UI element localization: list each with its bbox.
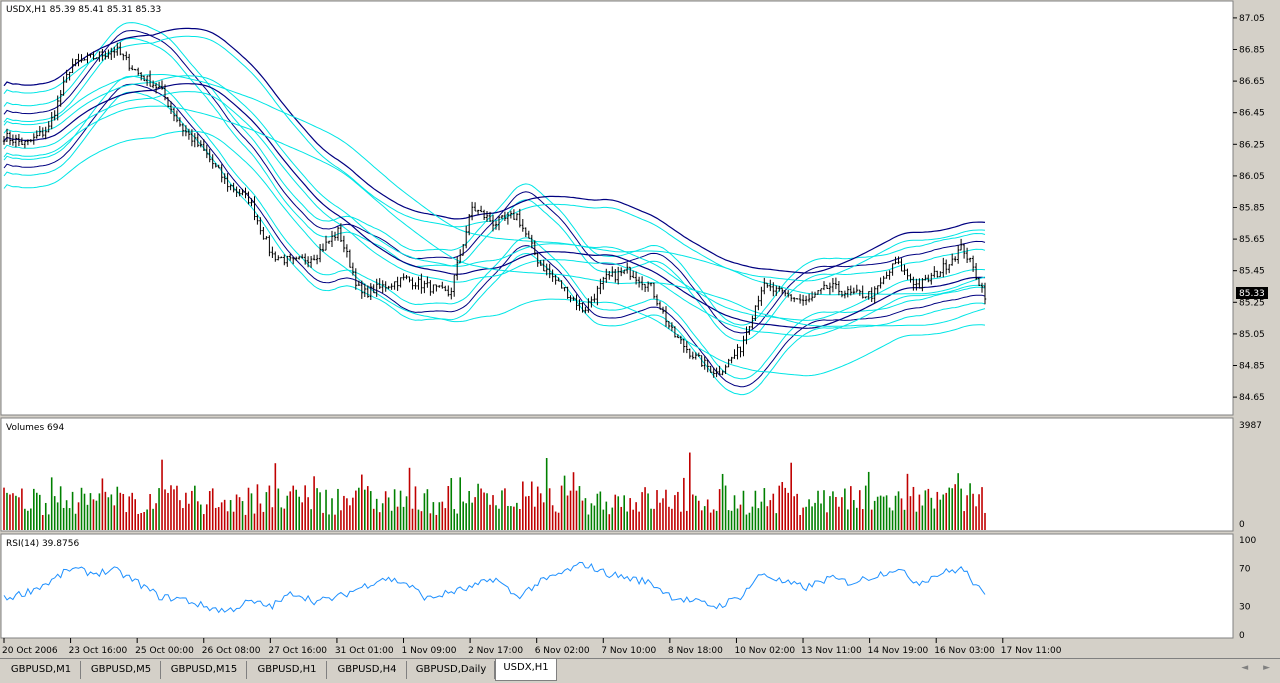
chart-area: 87.05 86.85 86.65 86.45 86.25 86.05 85.85 85.65… [0,0,1268,656]
time-tick-label: 20 Oct 2006 [2,646,58,656]
volume-title: Volumes 694 [6,423,64,433]
time-tick-label: 26 Oct 08:00 [202,646,261,656]
price-tick-label: 85.65 [1239,235,1265,245]
price-tick-label: 86.05 [1239,172,1265,182]
tab-gbpusd-m15[interactable]: GBPUSD,M15 [162,661,247,679]
price-tick-label: 85.05 [1239,330,1265,340]
price-panel [0,0,1234,416]
rsi-tick-label: 0 [1239,631,1245,641]
price-tick-label: 84.85 [1239,362,1265,372]
rsi-tick-label: 70 [1239,565,1251,575]
time-tick-label: 6 Nov 02:00 [535,646,590,656]
time-tick-label: 17 Nov 11:00 [1001,646,1062,656]
tab-usdx-h1[interactable]: USDX,H1 [495,659,557,681]
time-tick-label: 23 Oct 16:00 [69,646,128,656]
volume-tick-label: 3987 [1239,421,1262,431]
tab-gbpusd-daily[interactable]: GBPUSD,Daily [408,661,495,679]
price-tick-label: 87.05 [1239,14,1265,24]
time-tick-label: 13 Nov 11:00 [801,646,862,656]
time-tick-label: 27 Oct 16:00 [268,646,327,656]
price-tick-label: 84.65 [1239,393,1265,403]
time-tick-label: 16 Nov 03:00 [934,646,995,656]
rsi-tick-label: 100 [1239,536,1256,546]
price-tick-label: 85.25 [1239,298,1265,308]
tab-gbpusd-h1[interactable]: GBPUSD,H1 [248,661,327,679]
time-tick-label: 1 Nov 09:00 [402,646,457,656]
price-tick-label: 85.85 [1239,204,1265,214]
time-tick-label: 10 Nov 02:00 [734,646,795,656]
chart-tab-bar: GBPUSD,M1 GBPUSD,M5 GBPUSD,M15 GBPUSD,H1… [0,658,1280,683]
tab-gbpusd-m1[interactable]: GBPUSD,M1 [2,661,81,679]
price-y-axis: 87.05 86.85 86.65 86.45 86.25 86.05 85.85 85.65… [1233,14,1265,403]
time-tick-label: 8 Nov 18:00 [668,646,723,656]
tab-gbpusd-h4[interactable]: GBPUSD,H4 [328,661,407,679]
current-price-label: 85.33 [1239,289,1265,299]
time-tick-label: 31 Oct 01:00 [335,646,394,656]
price-tick-label: 86.85 [1239,46,1265,56]
time-tick-label: 7 Nov 10:00 [601,646,656,656]
time-tick-label: 25 Oct 00:00 [135,646,194,656]
volume-tick-label: 0 [1239,520,1245,530]
tab-scroll-arrows[interactable]: ◄ ► [1241,663,1276,673]
current-price-tag: 85.33 [1236,287,1268,299]
price-tick-label: 86.65 [1239,77,1265,87]
rsi-panel [0,533,1234,639]
tab-gbpusd-m5[interactable]: GBPUSD,M5 [82,661,161,679]
time-tick-label: 2 Nov 17:00 [468,646,523,656]
rsi-tick-label: 30 [1239,603,1251,613]
price-title: USDX,H1 85.39 85.41 85.31 85.33 [6,5,161,15]
rsi-title: RSI(14) 39.8756 [6,539,79,549]
price-tick-label: 86.25 [1239,140,1265,150]
price-tick-label: 86.45 [1239,109,1265,119]
time-axis: 20 Oct 2006 23 Oct 16:00 25 Oct 00:00 26 Oc… [2,638,1062,656]
rsi-y-axis: 100 70 30 0 [1239,536,1256,641]
price-tick-label: 85.45 [1239,267,1265,277]
time-tick-label: 14 Nov 19:00 [868,646,929,656]
volume-y-axis: 3987 0 [1239,421,1262,530]
